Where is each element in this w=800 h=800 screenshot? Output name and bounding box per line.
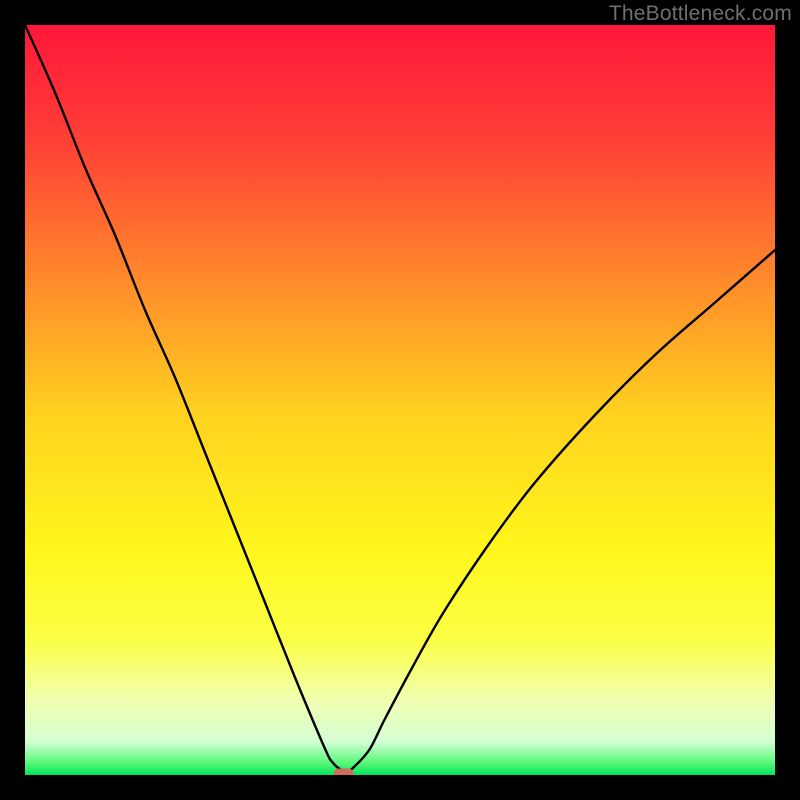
bottleneck-chart (25, 25, 775, 775)
gradient-background (25, 25, 775, 775)
watermark-label: TheBottleneck.com (609, 2, 792, 26)
chart-stage: TheBottleneck.com (0, 0, 800, 800)
min-marker-icon (334, 769, 354, 776)
